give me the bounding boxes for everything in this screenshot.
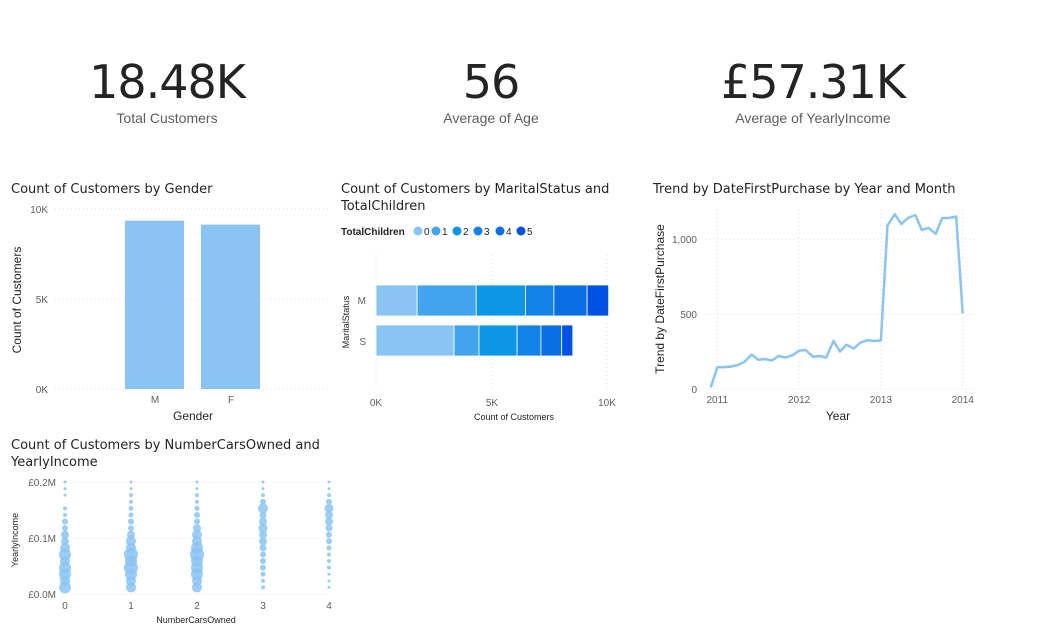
- scatter-chart[interactable]: £0.0M £0.1M £0.2M 0 1 2 3 4 NumberCarsOw…: [0, 0, 1052, 627]
- scatter-point[interactable]: [261, 493, 265, 498]
- scatter-point[interactable]: [261, 585, 265, 590]
- y-tick-label: £0.0M: [28, 590, 56, 601]
- scatter-point[interactable]: [128, 525, 134, 532]
- scatter-point[interactable]: [63, 480, 67, 484]
- y-axis-label: YearlyIncome: [10, 513, 20, 567]
- scatter-point[interactable]: [194, 511, 200, 518]
- scatter-point[interactable]: [128, 505, 134, 511]
- scatter-point[interactable]: [260, 571, 266, 577]
- scatter-point[interactable]: [63, 493, 67, 497]
- scatter-point[interactable]: [195, 499, 199, 504]
- scatter-point[interactable]: [259, 544, 267, 552]
- scatter-point[interactable]: [327, 493, 331, 498]
- y-tick-label: £0.2M: [28, 478, 56, 489]
- scatter-point[interactable]: [327, 572, 331, 576]
- x-tick-label: 4: [326, 601, 332, 612]
- scatter-point[interactable]: [259, 517, 267, 526]
- scatter-point[interactable]: [195, 487, 199, 491]
- scatter-point[interactable]: [261, 480, 265, 484]
- x-tick-label: 0: [62, 601, 68, 612]
- scatter-point[interactable]: [326, 531, 332, 538]
- scatter-point[interactable]: [61, 530, 69, 539]
- scatter-point[interactable]: [258, 503, 268, 514]
- scatter-point[interactable]: [327, 480, 331, 484]
- scatter-point[interactable]: [326, 538, 332, 545]
- scatter-point[interactable]: [129, 480, 133, 484]
- scatter-point[interactable]: [326, 545, 332, 551]
- scatter-point[interactable]: [193, 524, 201, 533]
- scatter-point[interactable]: [128, 518, 134, 525]
- scatter-point[interactable]: [194, 505, 200, 511]
- x-tick-label: 2: [194, 601, 200, 612]
- scatter-point[interactable]: [195, 493, 199, 498]
- scatter-point[interactable]: [327, 565, 331, 570]
- scatter-point[interactable]: [63, 487, 67, 491]
- scatter-point[interactable]: [327, 585, 331, 589]
- scatter-point[interactable]: [194, 518, 200, 525]
- scatter-points[interactable]: [59, 480, 334, 594]
- scatter-point[interactable]: [129, 493, 133, 498]
- y-tick-label: £0.1M: [28, 534, 56, 545]
- scatter-point[interactable]: [327, 579, 331, 583]
- scatter-point[interactable]: [260, 558, 266, 565]
- scatter-point[interactable]: [129, 499, 133, 504]
- scatter-point[interactable]: [62, 518, 68, 525]
- scatter-point[interactable]: [260, 498, 266, 505]
- scatter-point[interactable]: [326, 498, 332, 505]
- scatter-point[interactable]: [129, 487, 133, 491]
- scatter-point[interactable]: [260, 564, 266, 571]
- scatter-point[interactable]: [128, 512, 134, 518]
- scatter-point[interactable]: [127, 530, 135, 539]
- scatter-point[interactable]: [327, 559, 331, 564]
- scatter-point[interactable]: [325, 524, 333, 532]
- x-tick-label: 3: [260, 601, 266, 612]
- scatter-point[interactable]: [327, 552, 331, 557]
- x-tick-label: 1: [128, 601, 134, 612]
- x-axis-label: NumberCarsOwned: [156, 615, 236, 625]
- scatter-point[interactable]: [261, 578, 265, 583]
- scatter-point[interactable]: [63, 506, 67, 511]
- scatter-point[interactable]: [327, 487, 331, 491]
- scatter-point[interactable]: [62, 525, 68, 532]
- scatter-point[interactable]: [195, 480, 199, 484]
- scatter-point[interactable]: [324, 503, 334, 513]
- scatter-point[interactable]: [260, 551, 266, 558]
- scatter-point[interactable]: [261, 487, 265, 491]
- scatter-point[interactable]: [63, 512, 67, 517]
